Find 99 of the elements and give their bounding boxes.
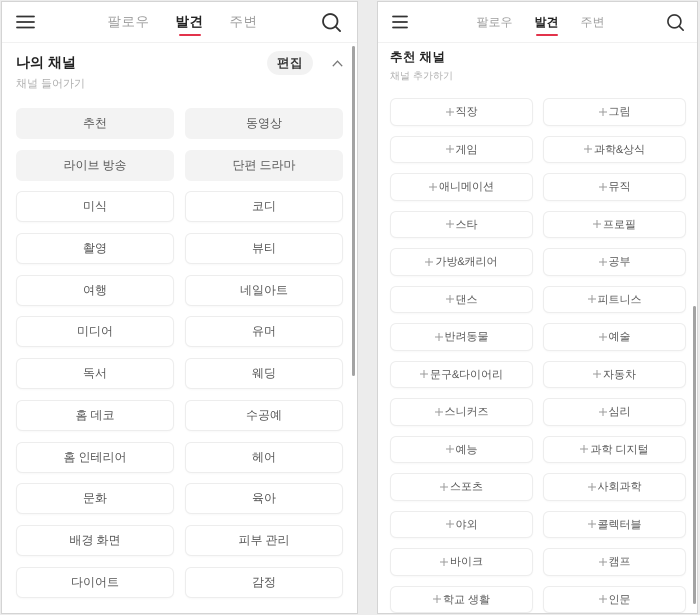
scrollbar[interactable] <box>693 306 696 604</box>
channel-chip[interactable]: 학교 생활 <box>390 586 533 613</box>
plus-icon <box>425 258 434 266</box>
plus-icon <box>446 108 454 116</box>
chevron-up-icon <box>332 60 343 66</box>
plus-icon <box>434 332 442 341</box>
channel-chip[interactable]: 문화 <box>16 483 174 514</box>
channel-chip[interactable]: 뮤직 <box>543 173 686 200</box>
plus-icon <box>446 445 454 454</box>
channel-chip[interactable]: 육아 <box>185 483 343 514</box>
channel-chip[interactable]: 스니커즈 <box>390 398 533 426</box>
menu-button[interactable] <box>16 15 35 29</box>
channel-chip[interactable]: 스타 <box>390 210 533 238</box>
channel-chip[interactable]: 다이어트 <box>16 566 174 598</box>
channel-chip[interactable]: 배경 화면 <box>16 524 174 556</box>
channel-chip[interactable]: 네일아트 <box>185 274 343 306</box>
channel-chip[interactable]: 과학&상식 <box>543 136 686 163</box>
plus-icon <box>420 370 428 378</box>
channel-chip[interactable]: 반려동물 <box>390 323 533 350</box>
channel-chip[interactable]: 피트니스 <box>543 286 686 313</box>
plus-icon <box>440 482 448 491</box>
section-subtitle: 채널 들어가기 <box>16 77 86 91</box>
section-title: 추천 채널 <box>390 48 446 66</box>
channel-chip[interactable]: 자동차 <box>543 360 686 388</box>
channel-chip[interactable]: 코디 <box>185 191 343 222</box>
channel-chip[interactable]: 게임 <box>390 136 533 163</box>
plus-icon <box>598 332 606 341</box>
plus-icon <box>588 295 596 304</box>
channel-chip[interactable]: 피부 관리 <box>185 524 343 556</box>
channel-chip[interactable]: 인문 <box>543 586 686 613</box>
menu-icon <box>392 15 408 29</box>
plus-icon <box>593 220 601 228</box>
nav-tab[interactable]: 발견 <box>534 8 558 36</box>
channel-chip[interactable]: 바이크 <box>390 548 533 576</box>
menu-button[interactable] <box>392 15 408 29</box>
channel-chip[interactable]: 수공예 <box>185 400 343 431</box>
plus-icon <box>593 370 601 378</box>
plus-icon <box>446 220 454 228</box>
channel-chip[interactable]: 촬영 <box>16 233 174 264</box>
plus-icon <box>446 520 454 528</box>
channel-chip[interactable]: 문구&다이어리 <box>390 360 533 388</box>
channel-chip[interactable]: 동영상 <box>185 108 343 139</box>
plus-icon <box>432 595 441 604</box>
channel-chip[interactable]: 여행 <box>16 274 174 306</box>
search-icon <box>322 12 341 32</box>
channel-chip[interactable]: 미식 <box>16 191 174 222</box>
plus-icon <box>598 108 606 116</box>
plus-icon <box>446 295 454 304</box>
plus-icon <box>598 558 606 566</box>
channel-chip[interactable]: 예술 <box>543 323 686 350</box>
plus-icon <box>446 145 454 154</box>
scrollbar[interactable] <box>352 46 355 376</box>
plus-icon <box>580 445 588 454</box>
channel-chip[interactable]: 애니메이션 <box>390 173 533 200</box>
channel-chip[interactable]: 사회과학 <box>543 473 686 500</box>
channel-chip[interactable]: 감정 <box>185 566 343 598</box>
search-button[interactable] <box>322 12 341 32</box>
channel-chip[interactable]: 공부 <box>543 248 686 276</box>
channel-chip[interactable]: 스포츠 <box>390 473 533 500</box>
channel-chip[interactable]: 캠프 <box>543 548 686 576</box>
channel-chip[interactable]: 댄스 <box>390 286 533 313</box>
channel-chip[interactable]: 라이브 방송 <box>16 150 174 181</box>
channel-chip[interactable]: 직장 <box>390 98 533 126</box>
plus-icon <box>588 482 596 491</box>
edit-button[interactable]: 편집 <box>267 51 313 75</box>
channel-chip[interactable]: 프로필 <box>543 210 686 238</box>
channel-chip[interactable]: 홈 인테리어 <box>16 442 174 472</box>
plus-icon <box>584 145 592 154</box>
channel-chip[interactable]: 웨딩 <box>185 358 343 390</box>
channel-chip[interactable]: 과학 디지털 <box>543 436 686 463</box>
channel-chip[interactable]: 예능 <box>390 436 533 463</box>
channel-chip[interactable]: 가방&캐리어 <box>390 248 533 276</box>
channel-chip[interactable]: 헤어 <box>185 442 343 472</box>
plus-icon <box>598 595 606 604</box>
channel-chip[interactable]: 미디어 <box>16 316 174 348</box>
section-subtitle: 채널 추가하기 <box>390 70 453 84</box>
search-icon <box>667 14 684 30</box>
channel-chip[interactable]: 뷰티 <box>185 233 343 264</box>
plus-icon <box>598 258 606 266</box>
plus-icon <box>598 182 606 191</box>
plus-icon <box>429 182 437 191</box>
channel-chip[interactable]: 단편 드라마 <box>185 150 343 181</box>
channel-chip[interactable]: 독서 <box>16 358 174 390</box>
plus-icon <box>434 408 442 416</box>
search-button[interactable] <box>667 14 684 30</box>
channel-chip[interactable]: 홈 데코 <box>16 400 174 431</box>
channel-chip[interactable]: 유머 <box>185 316 343 348</box>
channel-chip[interactable]: 콜렉터블 <box>543 510 686 538</box>
channel-chip[interactable]: 심리 <box>543 398 686 426</box>
plus-icon <box>440 558 448 566</box>
menu-icon <box>16 15 35 29</box>
collapse-button[interactable] <box>332 60 343 66</box>
plus-icon <box>588 520 596 528</box>
channel-chip[interactable]: 야외 <box>390 510 533 538</box>
nav-tab[interactable]: 발견 <box>176 8 204 36</box>
plus-icon <box>598 408 606 416</box>
channel-chip[interactable]: 그림 <box>543 98 686 126</box>
channel-chip[interactable]: 추천 <box>16 108 174 139</box>
section-title: 나의 채널 <box>16 54 77 72</box>
